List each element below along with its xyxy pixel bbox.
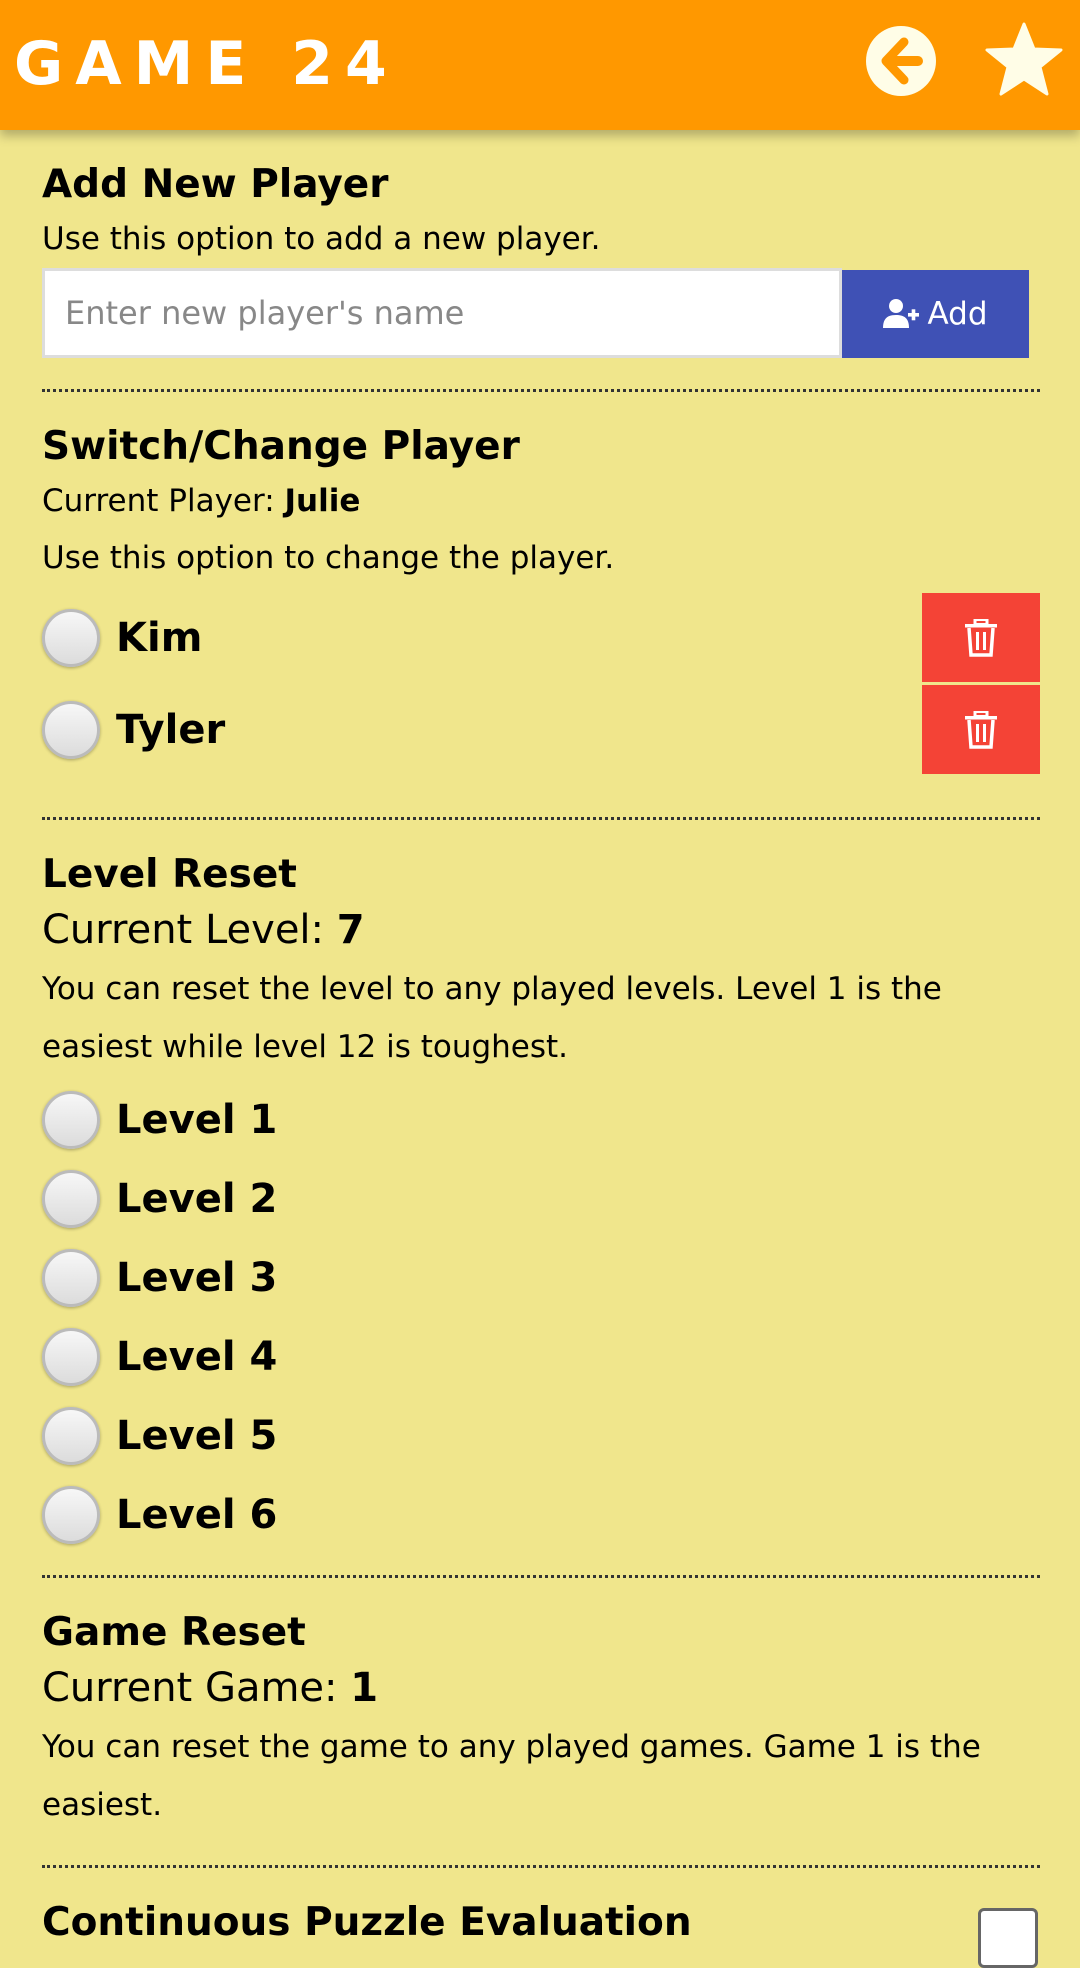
add-player-section: Add New Player Use this option to add a … — [42, 130, 1040, 392]
current-level-label: Current Level: — [42, 907, 337, 953]
level-label: Level 1 — [116, 1096, 278, 1143]
current-player: Current Player: Julie — [42, 472, 1040, 530]
delete-player-button[interactable] — [922, 593, 1040, 682]
player-item[interactable]: Kim — [42, 592, 1040, 684]
game-reset-section: Game Reset Current Game: 1 You can reset… — [42, 1578, 1040, 1868]
player-radio[interactable] — [42, 609, 100, 667]
player-name: Tyler — [116, 707, 226, 753]
trash-icon — [965, 618, 997, 657]
level-reset-section: Level Reset Current Level: 7 You can res… — [42, 820, 1040, 1578]
app-title: GAME 24 — [14, 29, 399, 99]
level-label: Level 6 — [116, 1491, 278, 1538]
level-option[interactable]: Level 2 — [42, 1159, 1040, 1238]
level-reset-heading: Level Reset — [42, 852, 297, 897]
app-bar: GAME 24 — [0, 0, 1080, 130]
favorite-button[interactable] — [984, 20, 1064, 100]
delete-player-button[interactable] — [922, 685, 1040, 774]
current-player-value: Julie — [284, 483, 361, 519]
add-player-row: Add — [42, 268, 1040, 358]
level-option[interactable]: Level 1 — [42, 1080, 1040, 1159]
level-reset-description: You can reset the level to any played le… — [42, 971, 942, 1065]
level-label: Level 5 — [116, 1412, 278, 1459]
current-level-value: 7 — [336, 907, 365, 953]
level-option[interactable]: Level 5 — [42, 1396, 1040, 1475]
game-reset-description: You can reset the game to any played gam… — [42, 1729, 981, 1823]
switch-player-description: Use this option to change the player. — [42, 540, 615, 576]
player-radio[interactable] — [42, 701, 100, 759]
level-option[interactable]: Level 3 — [42, 1238, 1040, 1317]
level-radio[interactable] — [42, 1485, 100, 1544]
player-item[interactable]: Tyler — [42, 684, 1040, 776]
star-icon — [985, 22, 1063, 96]
arrow-left-circle-icon — [867, 27, 935, 95]
add-player-heading: Add New Player — [42, 162, 389, 207]
current-player-label: Current Player: — [42, 483, 285, 519]
add-player-button[interactable]: Add — [842, 270, 1029, 358]
level-radio[interactable] — [42, 1248, 100, 1307]
continuous-evaluation-heading: Continuous Puzzle Evaluation — [42, 1900, 692, 1945]
level-option[interactable]: Level 4 — [42, 1317, 1040, 1396]
settings-content: Add New Player Use this option to add a … — [42, 130, 1040, 1968]
level-option[interactable]: Level 6 — [42, 1475, 1040, 1554]
player-list: Kim Tyler — [42, 592, 1040, 776]
level-radio[interactable] — [42, 1327, 100, 1386]
back-button[interactable] — [866, 26, 936, 96]
player-name-input[interactable] — [42, 268, 842, 358]
user-plus-icon — [883, 299, 920, 328]
level-radio[interactable] — [42, 1169, 100, 1228]
level-radio[interactable] — [42, 1090, 100, 1149]
continuous-evaluation-checkbox[interactable] — [978, 1908, 1038, 1968]
switch-player-heading: Switch/Change Player — [42, 424, 520, 469]
add-button-label: Add — [927, 296, 988, 332]
add-player-description: Use this option to add a new player. — [42, 221, 601, 257]
level-label: Level 2 — [116, 1175, 278, 1222]
game-reset-heading: Game Reset — [42, 1610, 306, 1655]
switch-player-section: Switch/Change Player Current Player: Jul… — [42, 392, 1040, 820]
level-label: Level 3 — [116, 1254, 278, 1301]
current-level: Current Level: 7 — [42, 900, 1040, 960]
level-list: Level 1 Level 2 Level 3 Level 4 Level 5 … — [42, 1080, 1040, 1554]
current-game-label: Current Game: — [42, 1665, 351, 1711]
level-label: Level 4 — [116, 1333, 278, 1380]
current-game-value: 1 — [350, 1665, 379, 1711]
current-game: Current Game: 1 — [42, 1658, 1040, 1718]
player-name: Kim — [116, 615, 203, 661]
continuous-evaluation-section: Continuous Puzzle Evaluation — [42, 1868, 1040, 1968]
trash-icon — [965, 710, 997, 749]
level-radio[interactable] — [42, 1406, 100, 1465]
